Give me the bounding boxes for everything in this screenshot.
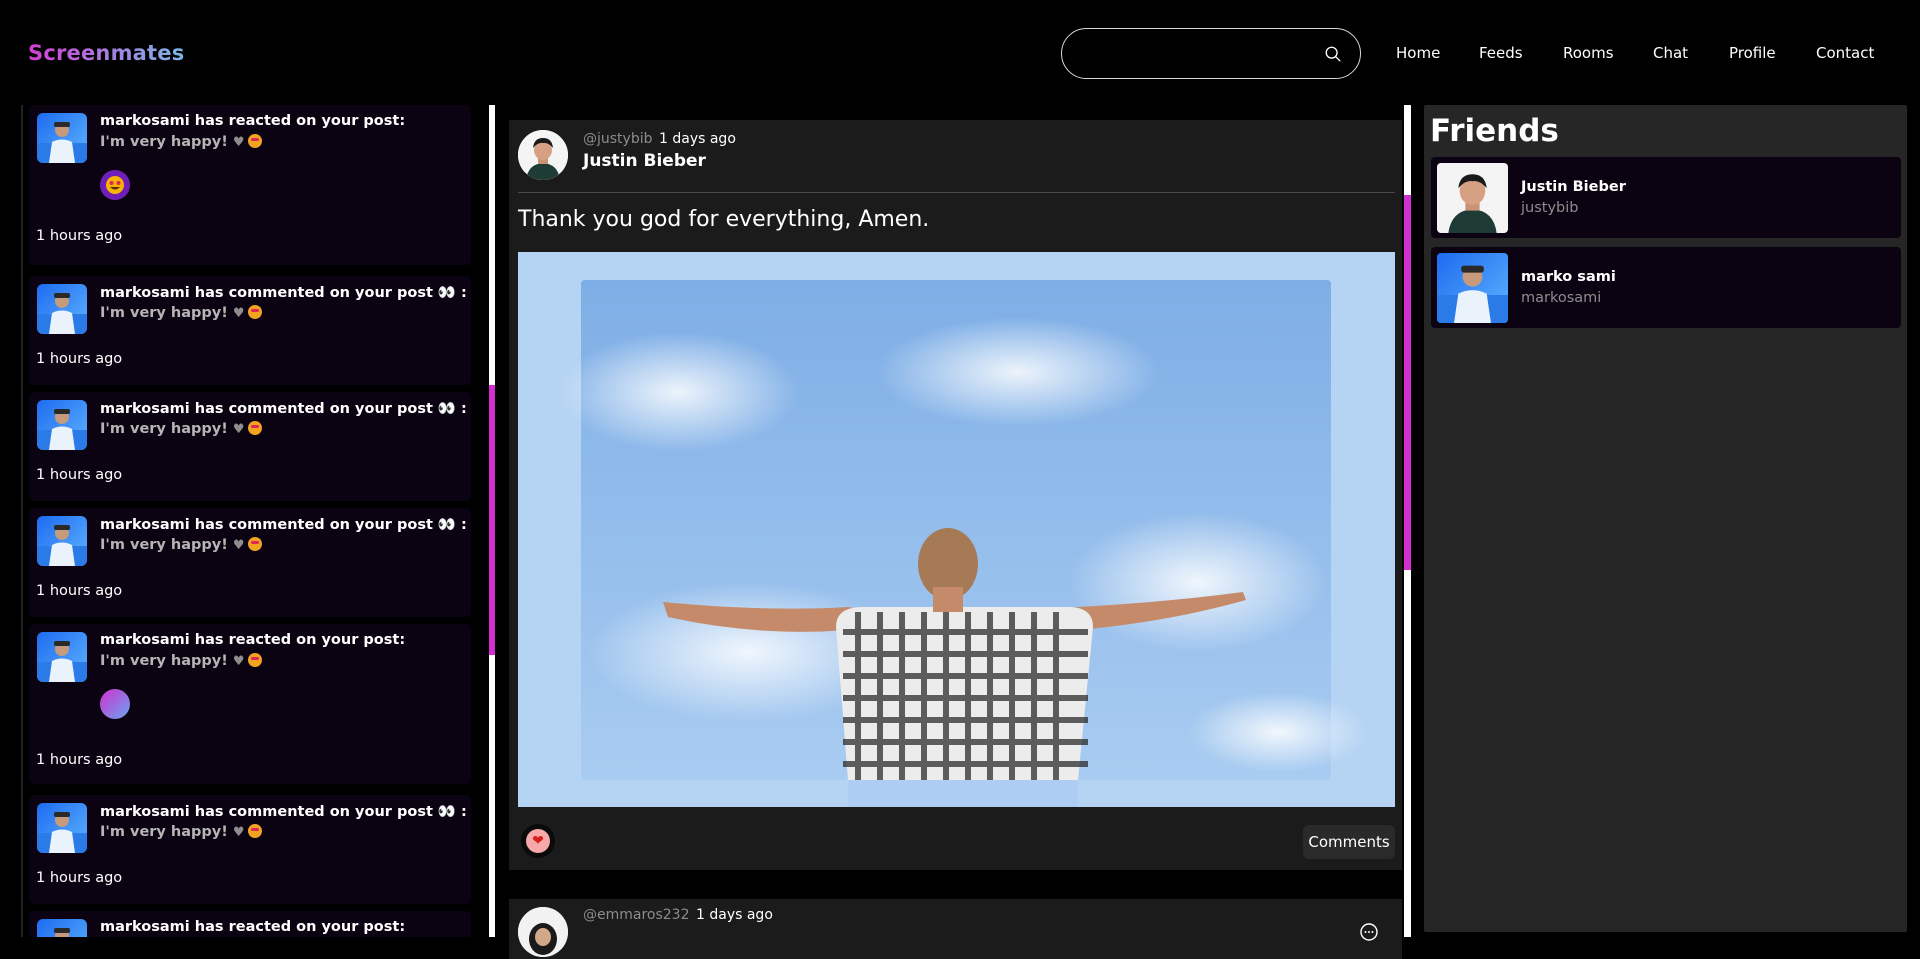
avatar[interactable] <box>518 130 568 180</box>
friend-username: markosami <box>1521 290 1602 306</box>
heart-icon: ❤ <box>526 829 550 853</box>
notification-card[interactable]: markosami has reacted on your post: <box>29 911 471 937</box>
notification-text: markosami has reacted on your post: <box>100 632 406 648</box>
friend-name[interactable]: marko sami <box>1521 269 1616 285</box>
notification-message: I'm very happy! ♥ <box>100 824 262 840</box>
friends-title: Friends <box>1430 113 1559 149</box>
avatar[interactable] <box>37 400 87 450</box>
notification-card[interactable]: markosami has reacted on your post: I'm … <box>29 624 471 784</box>
notifications-panel[interactable]: markosami has reacted on your post: I'm … <box>21 105 475 937</box>
avatar[interactable] <box>1437 163 1508 233</box>
notification-time: 1 hours ago <box>36 583 123 599</box>
notification-message: I'm very happy! ♥ <box>100 421 262 437</box>
notification-text: markosami has commented on your post 👀 : <box>100 285 467 301</box>
friend-username: justybib <box>1521 200 1579 216</box>
top-header: Screenmates Home Feeds Rooms Chat Profil… <box>0 0 1920 105</box>
nav-contact[interactable]: Contact <box>1816 44 1874 62</box>
feed-scrollbar-thumb[interactable] <box>1404 195 1411 570</box>
notification-text: markosami has commented on your post 👀 : <box>100 804 467 820</box>
avatar[interactable] <box>37 113 87 163</box>
avatar[interactable] <box>1437 253 1508 323</box>
avatar[interactable] <box>37 632 87 682</box>
notification-card[interactable]: markosami has commented on your post 👀 :… <box>29 392 471 501</box>
search-bar[interactable] <box>1061 28 1361 79</box>
nav-home[interactable]: Home <box>1396 44 1440 62</box>
like-button[interactable]: ❤ <box>521 824 555 858</box>
notification-text: markosami has reacted on your post: <box>100 919 406 935</box>
notification-card[interactable]: markosami has commented on your post 👀 :… <box>29 795 471 904</box>
notifications-scrollbar-thumb[interactable] <box>489 385 495 655</box>
notification-text: markosami has commented on your post 👀 : <box>100 517 467 533</box>
post-time: 1 days ago <box>696 907 773 923</box>
notification-time: 1 hours ago <box>36 228 123 244</box>
search-icon[interactable] <box>1324 45 1342 63</box>
nav-rooms[interactable]: Rooms <box>1563 44 1614 62</box>
more-options-icon[interactable] <box>1359 922 1379 942</box>
notification-card[interactable]: markosami has reacted on your post: I'm … <box>29 105 471 265</box>
nav-feeds[interactable]: Feeds <box>1479 44 1523 62</box>
avatar[interactable] <box>37 516 87 566</box>
notification-message: I'm very happy! ♥ <box>100 134 262 150</box>
post-image[interactable] <box>518 252 1395 807</box>
notification-time: 1 hours ago <box>36 467 123 483</box>
avatar[interactable] <box>37 919 87 937</box>
notification-time: 1 hours ago <box>36 351 123 367</box>
post-caption: Thank you god for everything, Amen. <box>518 207 930 232</box>
avatar[interactable] <box>37 284 87 334</box>
notification-card[interactable]: markosami has commented on your post 👀 :… <box>29 508 471 617</box>
friends-panel: Friends Justin Bieber justybib marko sam… <box>1424 105 1907 932</box>
search-input[interactable] <box>1080 41 1310 67</box>
notification-message: I'm very happy! ♥ <box>100 537 262 553</box>
post-handle[interactable]: @justybib <box>583 131 653 147</box>
friend-name[interactable]: Justin Bieber <box>1521 179 1626 195</box>
star-struck-reaction-icon <box>100 170 130 200</box>
notification-text: markosami has commented on your post 👀 : <box>100 401 467 417</box>
post-handle[interactable]: @emmaros232 <box>583 907 690 923</box>
notification-time: 1 hours ago <box>36 752 123 768</box>
post-time: 1 days ago <box>659 131 736 147</box>
friend-item[interactable]: marko sami markosami <box>1431 247 1901 328</box>
comments-button[interactable]: Comments <box>1303 825 1395 859</box>
nav-chat[interactable]: Chat <box>1653 44 1688 62</box>
divider <box>518 192 1395 193</box>
nav-profile[interactable]: Profile <box>1729 44 1776 62</box>
app-logo[interactable]: Screenmates <box>28 41 184 65</box>
notification-card[interactable]: markosami has commented on your post 👀 :… <box>29 276 471 385</box>
friend-item[interactable]: Justin Bieber justybib <box>1431 157 1901 238</box>
post-card: @emmaros232 1 days ago <box>509 899 1402 959</box>
notification-message: I'm very happy! ♥ <box>100 653 262 669</box>
post-card: @justybib 1 days ago Justin Bieber Thank… <box>509 120 1402 870</box>
notification-text: markosami has reacted on your post: <box>100 113 406 129</box>
notification-time: 1 hours ago <box>36 870 123 886</box>
post-author[interactable]: Justin Bieber <box>583 151 706 171</box>
notification-message: I'm very happy! ♥ <box>100 305 262 321</box>
avatar[interactable] <box>37 803 87 853</box>
avatar[interactable] <box>518 907 568 957</box>
reaction-icon <box>100 689 130 719</box>
